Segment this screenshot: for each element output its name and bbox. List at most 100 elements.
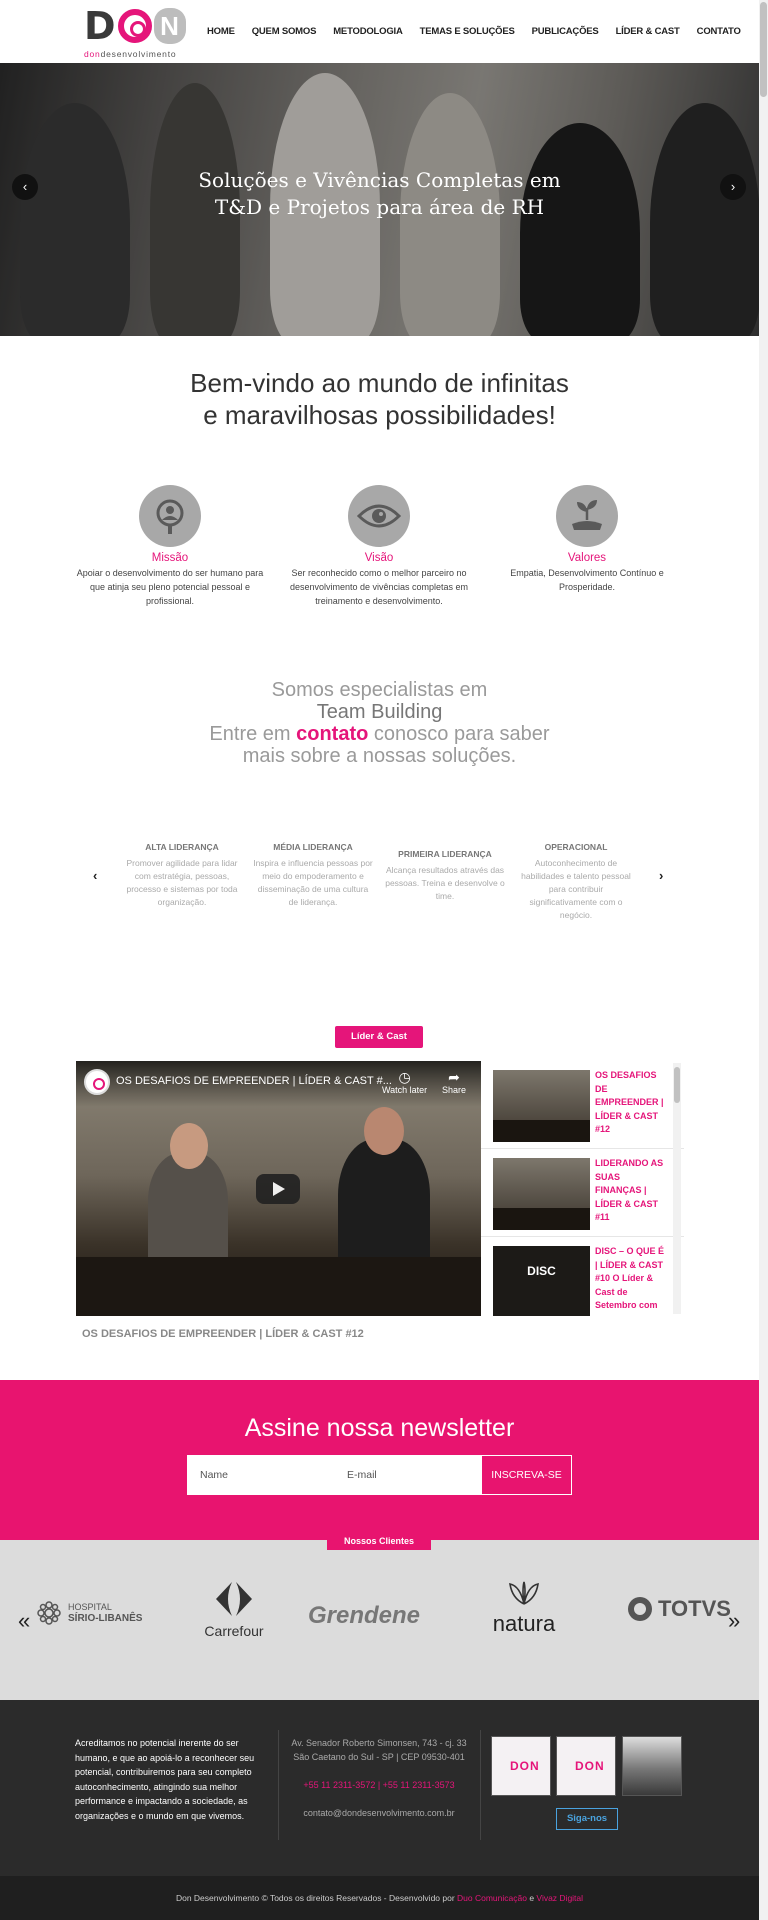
footer-phones[interactable]: +55 11 2311-3572 | +55 11 2311-3573 xyxy=(288,1780,470,1790)
nav-lider-cast[interactable]: LÍDER & CAST xyxy=(616,26,680,37)
feature-valores: Valores Empatia, Desenvolvimento Contínu… xyxy=(492,485,682,594)
share-icon: ➦ xyxy=(448,1069,460,1085)
playlist-item-title: OS DESAFIOS DE EMPREENDER | LÍDER & CAST… xyxy=(595,1070,664,1134)
playlist-scrollbar[interactable] xyxy=(673,1063,681,1314)
ig-don-mark: DON xyxy=(575,1759,605,1773)
watch-later-control[interactable]: ◷ Watch later xyxy=(382,1069,427,1095)
feature-missao-title: Missão xyxy=(151,552,189,564)
magnifier-person-icon xyxy=(139,485,201,547)
level-primeira-lideranca: PRIMEIRA LIDERANÇA Alcança resultados at… xyxy=(385,849,505,903)
nav-metodologia[interactable]: METODOLOGIA xyxy=(333,26,403,37)
youtube-player[interactable]: OS DESAFIOS DE EMPREENDER | LÍDER & CAST… xyxy=(76,1061,481,1316)
playlist-thumbnail: DISC xyxy=(493,1246,590,1316)
video-table xyxy=(76,1257,481,1316)
duo-comunicacao-link[interactable]: Duo Comunicação xyxy=(457,1893,527,1903)
footer-email[interactable]: contato@dondesenvolvimento.com.br xyxy=(288,1808,470,1818)
address-line2: São Caetano do Sul - SP | CEP 09530-401 xyxy=(293,1752,465,1762)
playlist-thumbnail xyxy=(493,1070,590,1142)
instagram-thumbnail[interactable]: DON xyxy=(556,1736,616,1796)
feature-visao-title: Visão xyxy=(364,552,394,564)
address-line1: Av. Senador Roberto Simonsen, 743 - cj. … xyxy=(291,1738,467,1748)
newsletter-section: Assine nossa newsletter INSCREVA-SE xyxy=(0,1380,759,1540)
level-alta-lideranca: ALTA LIDERANÇA Promover agilidade para l… xyxy=(122,842,242,909)
watch-later-label: Watch later xyxy=(382,1085,428,1095)
playlist-item[interactable]: OS DESAFIOS DE EMPREENDER | LÍDER & CAST… xyxy=(481,1061,684,1149)
level-text: Inspira e influencia pessoas por meio do… xyxy=(253,858,373,907)
hero-prev-button[interactable]: ‹ xyxy=(12,174,38,200)
logo-mark: D N xyxy=(84,6,186,46)
logo-d-glyph: D xyxy=(84,4,116,48)
footer-divider xyxy=(480,1730,481,1840)
client-natura: natura xyxy=(484,1580,564,1637)
nav-home[interactable]: HOME xyxy=(207,26,235,37)
logo-tag-don: don xyxy=(84,49,101,59)
specialists-line3a: Entre em xyxy=(209,723,297,745)
channel-avatar[interactable] xyxy=(84,1069,110,1095)
natura-logo-icon xyxy=(509,1581,539,1605)
instagram-thumbnail[interactable]: DON xyxy=(491,1736,551,1796)
copyright-text: Don Desenvolvimento © Todos os direitos … xyxy=(175,1893,458,1903)
level-title: PRIMEIRA LIDERANÇA xyxy=(398,849,492,859)
play-button-icon[interactable] xyxy=(256,1174,300,1204)
video-person xyxy=(148,1153,228,1273)
page-scrollbar-thumb[interactable] xyxy=(760,2,767,97)
footer-divider xyxy=(278,1730,279,1840)
specialists-line4: mais sobre a nossas soluções. xyxy=(242,745,517,767)
clock-icon: ◷ xyxy=(398,1069,411,1085)
page-scrollbar[interactable] xyxy=(759,0,768,1920)
client-carrefour: Carrefour xyxy=(196,1580,272,1639)
clients-prev-button[interactable]: « xyxy=(18,1608,30,1634)
ig-don-mark: DON xyxy=(510,1759,540,1773)
playlist-item-title: LIDERANDO AS SUAS FINANÇAS | LÍDER & CAS… xyxy=(595,1158,664,1222)
name-input[interactable] xyxy=(187,1455,334,1495)
carrefour-logo-icon xyxy=(216,1582,252,1616)
copyright-and: e xyxy=(526,1893,537,1903)
nav-publicacoes[interactable]: PUBLICAÇÕES xyxy=(532,26,599,37)
playlist-thumbnail xyxy=(493,1158,590,1230)
page: D N dondesenvolvimento HOME QUEM SOMOS M… xyxy=(0,0,759,1920)
follow-us-button[interactable]: Siga-nos xyxy=(556,1808,618,1830)
email-input[interactable] xyxy=(334,1455,481,1495)
instagram-thumbnail[interactable] xyxy=(622,1736,682,1796)
client-grendene: Grendene xyxy=(308,1602,421,1629)
video-playlist: OS DESAFIOS DE EMPREENDER | LÍDER & CAST… xyxy=(481,1061,684,1316)
carrefour-wordmark: Carrefour xyxy=(204,1623,264,1639)
share-label: Share xyxy=(442,1085,467,1095)
nav-contato[interactable]: CONTATO xyxy=(697,26,741,37)
don-logo[interactable]: D N dondesenvolvimento xyxy=(84,6,186,59)
logo-tagline: dondesenvolvimento xyxy=(84,49,176,59)
playlist-scrollbar-thumb[interactable] xyxy=(674,1067,680,1103)
footer-about: Acreditamos no potencial inerente do ser… xyxy=(75,1738,255,1821)
newsletter-form: INSCREVA-SE xyxy=(187,1455,572,1495)
levels-next-button[interactable]: › xyxy=(659,868,663,883)
disc-thumb-text: DISC xyxy=(527,1264,556,1278)
level-title: OPERACIONAL xyxy=(544,842,608,852)
vivaz-digital-link[interactable]: Vivaz Digital xyxy=(536,1893,583,1903)
share-control[interactable]: ➦ Share xyxy=(442,1069,466,1095)
sirio-libanes-logo-icon xyxy=(37,1601,61,1625)
newsletter-title: Assine nossa newsletter xyxy=(244,1414,515,1442)
nav-temas-solucoes[interactable]: TEMAS E SOLUÇÕES xyxy=(420,26,515,37)
totvs-logo-icon xyxy=(628,1597,652,1621)
feature-visao-text: Ser reconhecido como o melhor parceiro n… xyxy=(289,568,469,606)
level-text: Promover agilidade para lidar com estrat… xyxy=(126,858,238,907)
hero-next-button[interactable]: › xyxy=(720,174,746,200)
sirio-libanes-label: SÍRIO-LIBANÊS xyxy=(68,1613,143,1624)
playlist-item[interactable]: LIDERANDO AS SUAS FINANÇAS | LÍDER & CAS… xyxy=(481,1149,684,1237)
levels-prev-button[interactable]: ‹ xyxy=(93,868,97,883)
welcome-line2: e maravilhosas possibilidades! xyxy=(203,400,556,430)
subscribe-button[interactable]: INSCREVA-SE xyxy=(481,1455,572,1495)
level-title: ALTA LIDERANÇA xyxy=(145,842,219,852)
lider-cast-button[interactable]: Líder & Cast xyxy=(335,1026,423,1048)
video-caption: OS DESAFIOS DE EMPREENDER | LÍDER & CAST… xyxy=(82,1328,364,1340)
video-title[interactable]: OS DESAFIOS DE EMPREENDER | LÍDER & CAST… xyxy=(116,1075,392,1087)
video-person-head xyxy=(170,1123,208,1169)
nav-quem-somos[interactable]: QUEM SOMOS xyxy=(252,26,317,37)
totvs-wordmark: TOTVS xyxy=(658,1596,731,1621)
eye-icon xyxy=(348,485,410,547)
contato-link[interactable]: contato xyxy=(296,723,368,745)
logo-n-glyph: N xyxy=(153,8,186,44)
logo-spiral-icon xyxy=(117,9,152,43)
hospital-label: HOSPITAL xyxy=(68,1602,112,1612)
playlist-item[interactable]: DISC DISC – O QUE É | LÍDER & CAST #10 O… xyxy=(481,1237,684,1316)
